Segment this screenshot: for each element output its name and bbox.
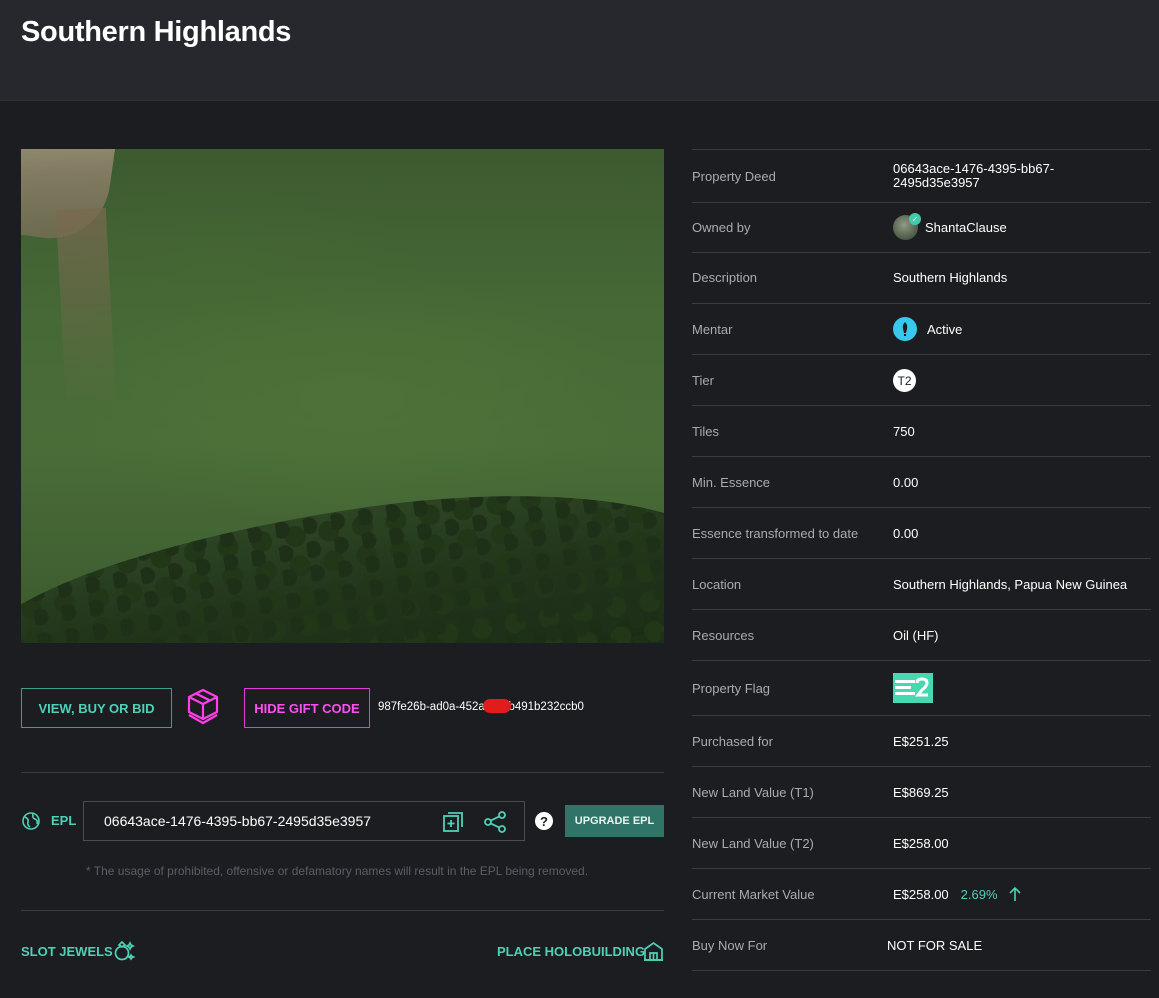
min-essence-value: 0.00 [893,475,919,490]
table-row: Resources Oil (HF) [692,610,1151,661]
mentar-icon [893,317,917,341]
table-row: Current Market Value E$258.00 2.69% [692,869,1151,920]
table-row: Description Southern Highlands [692,253,1151,304]
epl-note: * The usage of prohibited, offensive or … [86,864,589,878]
table-row: New Land Value (T1) E$869.25 [692,767,1151,818]
help-icon[interactable]: ? [535,812,553,830]
page-header: Southern Highlands [0,0,1159,101]
cube-icon[interactable] [186,688,220,726]
market-change-percent: 2.69% [960,887,998,902]
property-deed-label: Property Deed [692,169,776,184]
essence-transformed-label: Essence transformed to date [692,526,859,541]
table-row: Tier T2 [692,355,1151,406]
gift-code-start: 987fe26b-ad0a-452a- [378,701,489,714]
land-satellite-image [21,149,664,643]
table-row: Essence transformed to date 0.00 [692,508,1151,559]
essence-transformed-value: 0.00 [893,526,919,541]
divider [21,910,664,911]
owned-by-label: Owned by [692,220,751,235]
table-row: Tiles 750 [692,406,1151,457]
tier-badge: T2 [893,369,916,392]
resources-value: Oil (HF) [893,628,939,643]
table-row: Property Deed 06643ace-1476-4395-bb67- 2… [692,150,1151,203]
property-deed-value: 06643ace-1476-4395-bb67- 2495d35e3957 [893,161,1055,190]
hide-gift-code-button[interactable]: HIDE GIFT CODE [244,688,370,728]
resources-label: Resources [692,628,755,643]
globe-icon [22,812,40,830]
tier-label: Tier [692,373,714,388]
slot-jewels-link[interactable]: SLOT JEWELS [21,944,113,959]
epl-label: EPL [51,813,77,828]
building-icon[interactable] [643,941,664,961]
property-flag-label: Property Flag [692,681,771,696]
table-row: Purchased for E$251.25 [692,716,1151,767]
market-value-amount: E$258.00 [893,887,949,902]
purchased-for-value: E$251.25 [893,734,949,749]
description-value: Southern Highlands [893,270,1008,285]
mentar-label: Mentar [692,322,733,337]
redaction-mark [482,699,511,713]
gift-code: 987fe26b-ad0a-452a- -b491b232ccb0 [378,699,584,714]
table-row: Mentar Active [692,304,1151,355]
mentar-status: Active [927,322,963,337]
verified-badge-icon: ✓ [909,213,921,225]
table-row: Property Flag [692,661,1151,716]
tiles-label: Tiles [692,424,719,439]
jewel-ring-icon[interactable] [113,940,135,962]
copy-icon[interactable] [442,811,464,833]
tiles-value: 750 [893,424,915,439]
location-label: Location [692,577,742,592]
arrow-up-icon [1009,886,1021,901]
owner-name[interactable]: ShantaClause [925,220,1007,235]
share-icon[interactable] [484,811,506,833]
min-essence-label: Min. Essence [692,475,771,490]
land-value-t2-label: New Land Value (T2) [692,836,814,851]
table-row: Location Southern Highlands, Papua New G… [692,559,1151,610]
table-row: Owned by ✓ ShantaClause [692,203,1151,253]
table-row: Min. Essence 0.00 [692,457,1151,508]
avatar[interactable]: ✓ [893,213,921,240]
buy-now-label: Buy Now For [692,938,768,953]
description-label: Description [692,270,758,285]
property-flag-icon [893,673,933,703]
market-value-label: Current Market Value [692,887,815,902]
page-title: Southern Highlands [21,16,292,48]
market-value: E$258.00 2.69% [893,887,998,902]
table-row: Buy Now For NOT FOR SALE [692,920,1151,971]
upgrade-epl-button[interactable]: UPGRADE EPL [565,805,664,837]
place-holobuilding-link[interactable]: PLACE HOLOBUILDING [497,944,645,959]
land-value-t1-label: New Land Value (T1) [692,785,814,800]
gift-code-end: -b491b232ccb0 [504,701,584,714]
divider [21,772,664,773]
land-value-t2-value: E$258.00 [893,836,949,851]
property-details-table: Property Deed 06643ace-1476-4395-bb67- 2… [692,149,1151,971]
location-value: Southern Highlands, Papua New Guinea [893,577,1128,592]
view-buy-bid-button[interactable]: VIEW, BUY OR BID [21,688,172,728]
buy-now-value: NOT FOR SALE [887,938,983,953]
table-row: New Land Value (T2) E$258.00 [692,818,1151,869]
epl-value[interactable]: 06643ace-1476-4395-bb67-2495d35e3957 [104,813,371,829]
epl-name-field[interactable]: 06643ace-1476-4395-bb67-2495d35e3957 [83,801,525,841]
land-value-t1-value: E$869.25 [893,785,949,800]
purchased-for-label: Purchased for [692,734,773,749]
